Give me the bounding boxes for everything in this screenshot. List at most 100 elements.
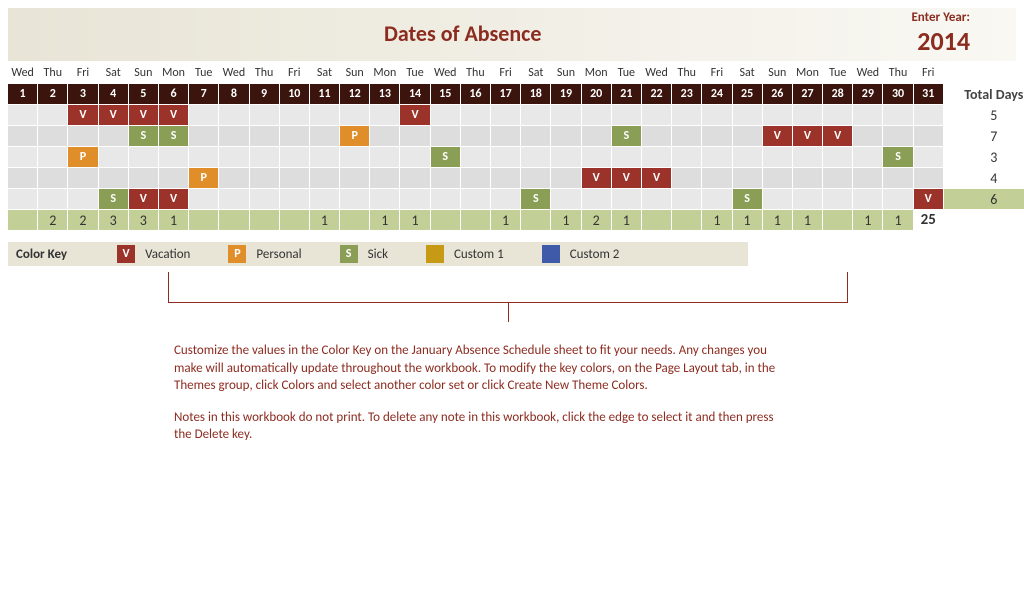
absence-cell[interactable]: V — [68, 105, 97, 125]
absence-cell[interactable]: S — [733, 189, 762, 209]
absence-cell[interactable] — [672, 147, 701, 167]
absence-cell[interactable]: S — [129, 126, 158, 146]
absence-cell[interactable] — [491, 168, 520, 188]
absence-cell[interactable] — [461, 126, 490, 146]
absence-cell[interactable] — [733, 147, 762, 167]
absence-cell[interactable] — [189, 126, 218, 146]
absence-cell[interactable] — [340, 189, 369, 209]
absence-cell[interactable] — [914, 168, 943, 188]
absence-cell[interactable] — [99, 147, 128, 167]
absence-cell[interactable] — [280, 189, 309, 209]
absence-cell[interactable] — [823, 168, 852, 188]
absence-cell[interactable]: V — [582, 168, 611, 188]
absence-cell[interactable] — [68, 189, 97, 209]
absence-cell[interactable] — [883, 105, 912, 125]
absence-cell[interactable] — [914, 126, 943, 146]
absence-cell[interactable] — [853, 126, 882, 146]
absence-cell[interactable] — [642, 126, 671, 146]
absence-cell[interactable] — [582, 105, 611, 125]
absence-cell[interactable] — [793, 105, 822, 125]
absence-cell[interactable] — [672, 189, 701, 209]
absence-cell[interactable]: S — [883, 147, 912, 167]
absence-cell[interactable] — [672, 168, 701, 188]
absence-cell[interactable] — [763, 105, 792, 125]
absence-cell[interactable]: V — [400, 105, 429, 125]
absence-cell[interactable] — [853, 189, 882, 209]
absence-cell[interactable]: V — [914, 189, 943, 209]
absence-cell[interactable] — [914, 105, 943, 125]
absence-cell[interactable] — [99, 126, 128, 146]
absence-cell[interactable] — [642, 189, 671, 209]
absence-cell[interactable] — [250, 189, 279, 209]
absence-cell[interactable] — [431, 168, 460, 188]
absence-cell[interactable] — [99, 168, 128, 188]
absence-cell[interactable] — [68, 126, 97, 146]
absence-cell[interactable] — [38, 189, 67, 209]
absence-cell[interactable] — [280, 126, 309, 146]
absence-cell[interactable] — [370, 105, 399, 125]
absence-cell[interactable] — [853, 147, 882, 167]
absence-cell[interactable]: V — [642, 168, 671, 188]
absence-cell[interactable] — [763, 189, 792, 209]
absence-cell[interactable] — [763, 168, 792, 188]
absence-cell[interactable]: V — [129, 189, 158, 209]
absence-cell[interactable]: V — [823, 126, 852, 146]
absence-cell[interactable] — [370, 147, 399, 167]
absence-cell[interactable] — [823, 189, 852, 209]
absence-cell[interactable] — [219, 189, 248, 209]
absence-cell[interactable] — [702, 147, 731, 167]
absence-cell[interactable] — [853, 168, 882, 188]
absence-cell[interactable] — [853, 105, 882, 125]
absence-cell[interactable] — [250, 168, 279, 188]
absence-cell[interactable] — [400, 189, 429, 209]
absence-cell[interactable] — [400, 168, 429, 188]
absence-cell[interactable] — [8, 147, 37, 167]
absence-cell[interactable] — [340, 147, 369, 167]
absence-cell[interactable] — [582, 189, 611, 209]
absence-cell[interactable] — [914, 147, 943, 167]
absence-cell[interactable] — [189, 147, 218, 167]
absence-cell[interactable] — [431, 189, 460, 209]
absence-cell[interactable]: P — [189, 168, 218, 188]
absence-cell[interactable] — [250, 126, 279, 146]
absence-cell[interactable] — [280, 168, 309, 188]
absence-cell[interactable]: P — [340, 126, 369, 146]
absence-cell[interactable] — [280, 105, 309, 125]
absence-cell[interactable]: P — [68, 147, 97, 167]
absence-cell[interactable] — [763, 147, 792, 167]
absence-cell[interactable] — [38, 168, 67, 188]
absence-cell[interactable] — [370, 168, 399, 188]
absence-cell[interactable]: V — [763, 126, 792, 146]
absence-cell[interactable]: V — [612, 168, 641, 188]
absence-cell[interactable] — [612, 147, 641, 167]
absence-cell[interactable] — [551, 147, 580, 167]
absence-cell[interactable] — [431, 126, 460, 146]
absence-cell[interactable] — [250, 105, 279, 125]
absence-cell[interactable] — [400, 126, 429, 146]
absence-cell[interactable] — [340, 105, 369, 125]
absence-cell[interactable] — [551, 189, 580, 209]
absence-cell[interactable] — [672, 105, 701, 125]
absence-cell[interactable] — [551, 126, 580, 146]
absence-cell[interactable] — [400, 147, 429, 167]
absence-cell[interactable] — [883, 189, 912, 209]
absence-cell[interactable] — [280, 147, 309, 167]
absence-cell[interactable] — [8, 189, 37, 209]
absence-cell[interactable] — [582, 126, 611, 146]
absence-cell[interactable] — [582, 147, 611, 167]
absence-cell[interactable] — [883, 126, 912, 146]
absence-cell[interactable] — [733, 105, 762, 125]
absence-cell[interactable] — [491, 126, 520, 146]
absence-cell[interactable]: V — [159, 189, 188, 209]
absence-cell[interactable] — [159, 147, 188, 167]
absence-cell[interactable] — [461, 105, 490, 125]
absence-cell[interactable] — [461, 168, 490, 188]
absence-cell[interactable] — [491, 105, 520, 125]
absence-cell[interactable] — [823, 147, 852, 167]
absence-cell[interactable] — [642, 147, 671, 167]
absence-cell[interactable] — [521, 168, 550, 188]
absence-cell[interactable] — [340, 168, 369, 188]
absence-cell[interactable] — [310, 105, 339, 125]
absence-cell[interactable] — [189, 189, 218, 209]
absence-cell[interactable] — [461, 189, 490, 209]
